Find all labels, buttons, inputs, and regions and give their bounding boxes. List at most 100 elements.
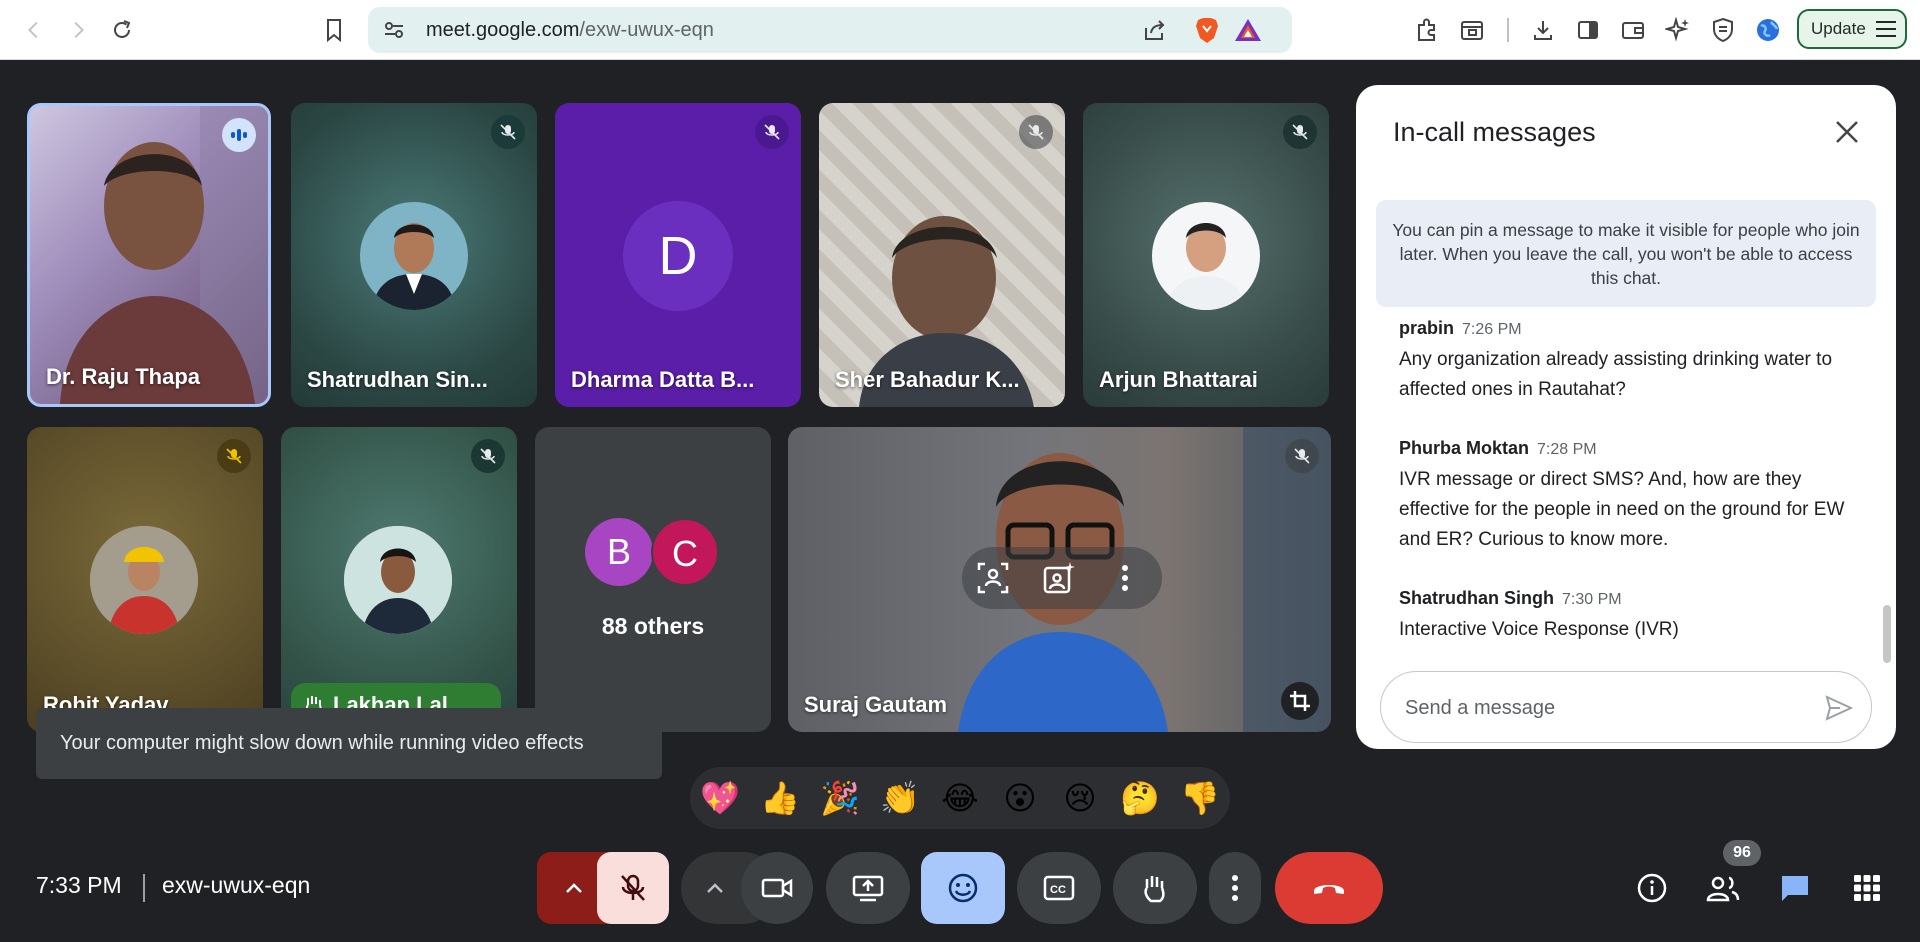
close-icon[interactable] (1834, 119, 1860, 145)
url-path: /exw-uwux-eqn (579, 19, 714, 41)
participant-tile[interactable]: Shatrudhan Sin... (291, 103, 537, 407)
leave-call-button[interactable] (1275, 852, 1383, 924)
send-icon[interactable] (1825, 695, 1853, 721)
reaction-clap[interactable]: 👏 (878, 776, 922, 820)
message-time: 7:30 PM (1562, 591, 1622, 608)
present-button[interactable] (826, 852, 910, 924)
wallet-icon[interactable] (1615, 12, 1651, 48)
more-options-button[interactable] (1209, 852, 1261, 924)
camera-icon (761, 878, 793, 898)
participant-tile[interactable]: Rohit Yadav (27, 427, 263, 732)
frame-person-icon[interactable] (976, 561, 1010, 595)
performance-toast: Your computer might slow down while runn… (36, 708, 662, 779)
participant-name: Suraj Gautam (804, 692, 948, 717)
more-vert-icon (1232, 875, 1238, 901)
mic-off-icon (491, 115, 525, 149)
message-text: Interactive Voice Response (IVR) (1399, 619, 1679, 640)
avatar (360, 202, 468, 310)
reactions-button[interactable] (921, 852, 1005, 924)
reaction-party[interactable]: 🎉 (818, 776, 862, 820)
chat-button[interactable] (1770, 852, 1820, 924)
message-time: 7:26 PM (1462, 321, 1522, 338)
message-placeholder: Send a message (1405, 697, 1556, 719)
menu-icon (1875, 21, 1896, 37)
chat-message: Shatrudhan Singh 7:30 PM Interactive Voic… (1399, 588, 1869, 645)
participant-name: Dharma Datta B... (571, 367, 755, 392)
reaction-thinking[interactable]: 🤔 (1118, 776, 1162, 820)
site-settings-icon[interactable] (382, 18, 406, 42)
message-text: Any organization already assisting drink… (1399, 349, 1833, 400)
captions-button[interactable]: CC (1017, 852, 1101, 924)
leo-ai-icon[interactable] (1660, 12, 1696, 48)
chat-message: Phurba Moktan 7:28 PM IVR message or dire… (1399, 438, 1869, 555)
mic-off-icon (217, 439, 251, 473)
message-input[interactable]: Send a message (1380, 671, 1872, 743)
raise-hand-button[interactable] (1113, 852, 1197, 924)
vpn-shield-icon[interactable] (1705, 12, 1741, 48)
reaction-surprised[interactable]: 😮 (998, 776, 1042, 820)
more-options-icon[interactable] (1108, 561, 1142, 595)
update-button[interactable]: Update (1797, 9, 1907, 49)
message-text: IVR message or direct SMS? And, how are … (1399, 469, 1845, 550)
participant-tile[interactable]: Sher Bahadur K... (819, 103, 1065, 407)
share-icon[interactable] (1142, 18, 1168, 42)
self-view-tile[interactable]: Suraj Gautam (788, 427, 1331, 732)
meeting-code: exw-uwux-eqn (162, 872, 311, 898)
reaction-thumbs-down[interactable]: 👎 (1178, 776, 1222, 820)
url-host: meet.google.com (426, 19, 580, 41)
others-tile[interactable]: B C 88 others (535, 427, 771, 732)
avatar-initial: B (585, 518, 653, 586)
chevron-up-icon (707, 883, 723, 893)
camera-toggle-button[interactable] (741, 852, 813, 924)
reload-icon[interactable] (104, 12, 140, 48)
apps-grid-icon (1854, 875, 1880, 901)
svg-text:CC: CC (1050, 884, 1066, 896)
reaction-thumbs-up[interactable]: 👍 (758, 776, 802, 820)
forward-icon[interactable] (60, 12, 96, 48)
reaction-laugh[interactable]: 😂 (938, 776, 982, 820)
meeting-details-button[interactable] (1628, 852, 1676, 924)
avatar (344, 526, 452, 634)
others-count: 88 others (601, 613, 705, 639)
visual-effects-icon[interactable] (1042, 561, 1076, 595)
url-text: meet.google.com/exw-uwux-eqn (426, 7, 714, 53)
participant-name: Arjun Bhattarai (1099, 367, 1258, 392)
reaction-cry[interactable]: 😢 (1058, 776, 1102, 820)
brave-shields-icon[interactable] (1194, 16, 1220, 44)
sidebar-icon[interactable] (1570, 12, 1606, 48)
avatar (90, 526, 198, 634)
browser-toolbar: meet.google.com/exw-uwux-eqn Update (0, 0, 1920, 60)
reading-list-icon[interactable] (1454, 12, 1490, 48)
video-feed (859, 216, 1034, 407)
captions-icon: CC (1043, 875, 1075, 901)
participant-tile[interactable]: Arjun Bhattarai (1083, 103, 1329, 407)
participant-tile[interactable]: D Dharma Datta B... (555, 103, 801, 407)
message-sender: Phurba Moktan (1399, 438, 1530, 458)
bookmark-icon[interactable] (316, 12, 352, 48)
update-label: Update (1811, 19, 1866, 38)
crop-icon[interactable] (1281, 682, 1319, 720)
mic-off-icon (755, 115, 789, 149)
reaction-heart[interactable]: 💖 (698, 776, 742, 820)
activities-button[interactable] (1842, 852, 1892, 924)
chat-scrollbar[interactable] (1883, 605, 1891, 663)
extensions-icon[interactable] (1409, 12, 1445, 48)
people-icon (1706, 876, 1740, 902)
address-bar[interactable]: meet.google.com/exw-uwux-eqn (368, 7, 1292, 53)
info-icon (1637, 873, 1667, 903)
downloads-icon[interactable] (1525, 12, 1561, 48)
profile-globe-icon[interactable] (1750, 12, 1786, 48)
raise-hand-icon (1144, 876, 1165, 903)
brave-rewards-icon[interactable] (1234, 17, 1262, 43)
current-time: 7:33 PM (36, 872, 122, 898)
participant-tile[interactable]: Dr. Raju Thapa (27, 103, 271, 407)
mic-off-icon (471, 439, 505, 473)
participant-count-badge: 96 (1723, 840, 1761, 866)
chat-panel: In-call messages You can pin a message t… (1356, 85, 1896, 749)
speaking-indicator-icon (222, 118, 256, 152)
mic-off-icon (1019, 115, 1053, 149)
back-icon[interactable] (16, 12, 52, 48)
mic-off-icon (1283, 115, 1317, 149)
participant-tile[interactable]: Lakhan Lal... (281, 427, 517, 732)
mic-toggle-button[interactable] (597, 852, 669, 924)
